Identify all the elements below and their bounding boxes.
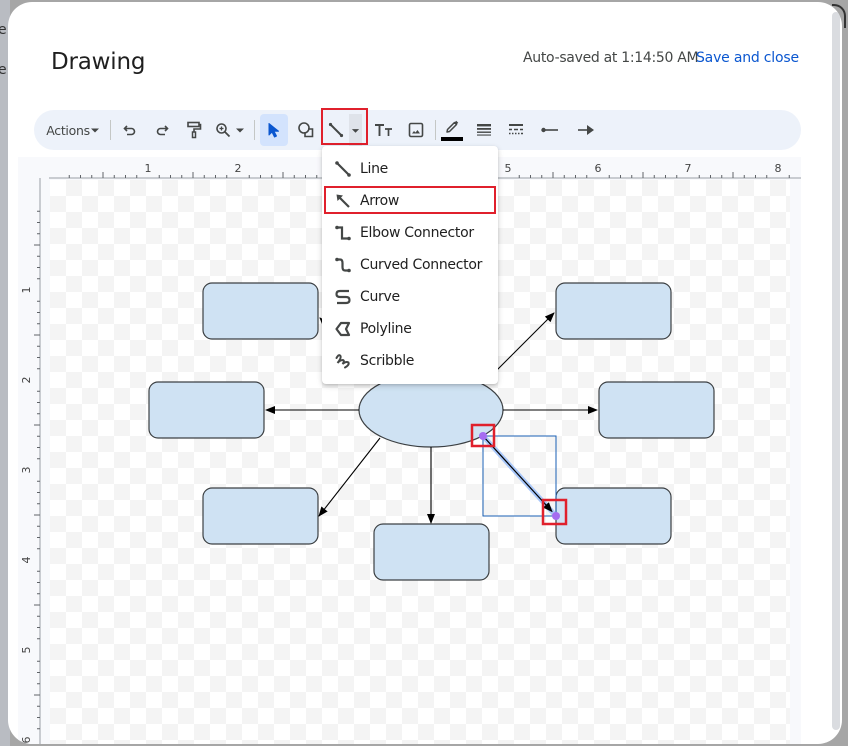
scribble-icon [335,354,350,369]
toolbar-divider [435,120,436,140]
menu-item-label: Elbow Connector [360,225,474,241]
dropdown-caret-icon [236,128,244,133]
rectangle-shape [202,282,319,340]
background-text: e [0,62,7,78]
save-and-close-button[interactable]: Save and close [696,50,799,66]
curve-icon [335,289,351,305]
menu-item-curve[interactable]: Curve [322,281,498,313]
curved-connector-icon [335,257,351,273]
redo-button[interactable] [148,114,176,146]
elbow-connector-icon [335,225,351,241]
menu-item-polyline[interactable]: Polyline [322,313,498,345]
line-weight-button[interactable] [470,114,498,146]
vertical-scrollbar[interactable] [832,12,840,730]
dropdown-caret-icon [90,128,99,133]
zoom-in-icon [216,123,231,138]
rectangle-shape [373,523,490,581]
arrow-end-handle [552,512,560,520]
menu-item-label: Curve [360,289,400,305]
undo-button[interactable] [116,114,144,146]
dropdown-caret-icon [351,128,360,133]
line-icon [335,161,351,177]
paint-format-button[interactable] [180,114,208,146]
arrow-start-handle [479,432,487,440]
rectangle-shape [598,381,715,439]
drawing-toolbar: Actions [34,108,801,150]
menu-item-label: Curved Connector [360,257,483,273]
toolbar-divider [254,120,255,140]
cursor-arrow-icon [268,123,279,138]
rectangle-shape [148,381,265,439]
rectangle-shape [555,282,672,340]
connector-arrow [318,437,381,517]
line-color-button[interactable] [438,114,466,146]
menu-item-label: Arrow [360,193,400,209]
line-type-dropdown[interactable] [349,114,362,146]
line-dash-button[interactable] [502,114,530,146]
line-end-arrow-icon [578,125,594,135]
redo-icon [156,125,169,136]
menu-item-elbow-connector[interactable]: Elbow Connector [322,217,498,249]
shape-button[interactable] [292,114,320,146]
menu-item-scribble[interactable]: Scribble [322,345,498,377]
line-end-button[interactable] [572,114,600,146]
image-button[interactable] [402,114,430,146]
actions-menu-button[interactable]: Actions [44,114,102,146]
line-start-button[interactable] [536,114,564,146]
menu-item-label: Line [360,161,388,177]
connector-arrow [496,312,555,371]
arrow-icon [336,194,350,208]
line-start-icon [541,127,558,133]
text-box-button[interactable] [370,114,398,146]
polyline-icon [335,321,351,337]
menu-item-arrow[interactable]: Arrow [322,185,498,217]
line-type-menu: Line Arrow Elbow Connector Curved Connec… [322,146,498,384]
dialog-title: Drawing [51,49,146,75]
drawing-dialog: Drawing Auto-saved at 1:14:50 AM Save an… [8,2,842,744]
menu-item-curved-connector[interactable]: Curved Connector [322,249,498,281]
selected-arrow [482,435,553,513]
menu-item-line[interactable]: Line [322,153,498,185]
autosave-status: Auto-saved at 1:14:50 AM [523,50,699,66]
actions-label: Actions [46,122,90,138]
background-text: e [0,22,7,38]
image-icon [408,122,424,138]
shape-icon [298,122,314,138]
line-button[interactable] [324,114,348,146]
menu-item-label: Scribble [360,353,415,369]
line-color-swatch [441,136,463,141]
toolbar-divider [110,120,111,140]
line-dash-icon [509,124,523,135]
rectangle-shape [202,487,319,545]
pencil-icon [446,120,459,133]
paint-roller-icon [187,121,202,139]
zoom-button[interactable] [212,114,248,146]
line-weight-icon [477,124,491,136]
select-button[interactable] [260,114,288,146]
undo-icon [123,125,136,136]
rectangle-shape [555,487,672,545]
text-box-icon [375,124,392,136]
line-icon [328,122,344,138]
menu-item-label: Polyline [360,321,412,337]
